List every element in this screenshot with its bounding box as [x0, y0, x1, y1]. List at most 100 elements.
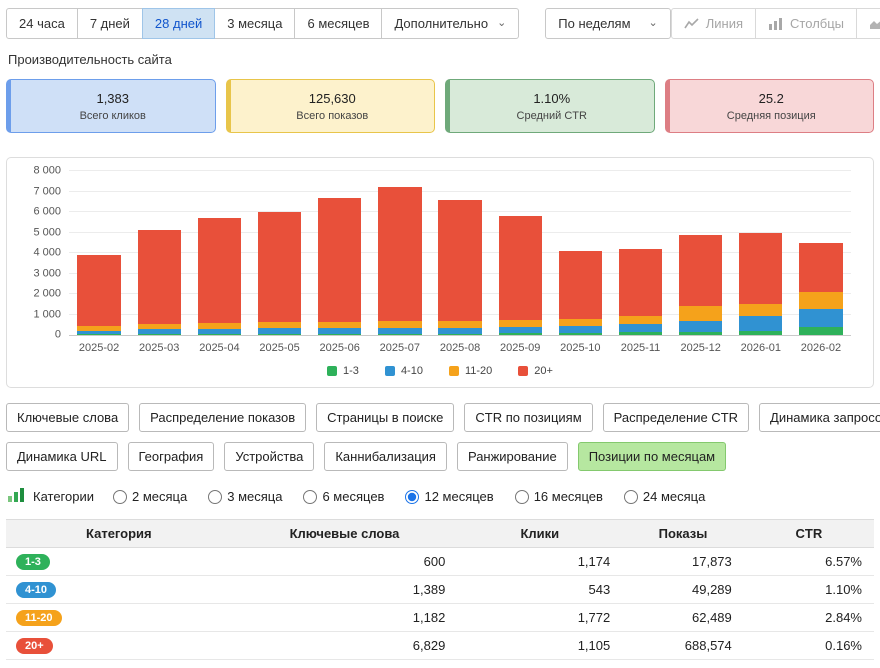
bar-segment-20+[interactable]	[438, 199, 482, 322]
period-radio-input[interactable]	[208, 489, 223, 504]
report-tab[interactable]: Распределение CTR	[602, 403, 750, 432]
range-button[interactable]: 3 месяца	[214, 8, 296, 39]
bar-segment-4-10[interactable]	[618, 324, 663, 333]
bar-segment-1-3[interactable]	[618, 332, 663, 335]
area-chart-button[interactable]: Область	[856, 8, 880, 39]
line-chart-button[interactable]: Линия	[670, 8, 757, 39]
range-button[interactable]: 28 дней	[141, 8, 216, 39]
stacked-bar[interactable]	[77, 255, 121, 335]
bar-segment-1-3[interactable]	[257, 333, 302, 335]
bar-segment-20+[interactable]	[257, 212, 302, 323]
bar-segment-1-3[interactable]	[558, 332, 602, 335]
stacked-bar[interactable]	[498, 216, 542, 335]
bar-segment-1-3[interactable]	[498, 333, 542, 335]
report-tab[interactable]: Страницы в поиске	[316, 403, 455, 432]
granularity-dropdown[interactable]: По неделям ⌄	[545, 8, 671, 39]
bar-slot	[370, 172, 430, 335]
bar-segment-1-3[interactable]	[799, 327, 843, 335]
report-tab[interactable]: Ключевые слова	[6, 403, 130, 432]
range-button[interactable]: 24 часа	[6, 8, 78, 39]
x-axis-label: 2025-05	[259, 342, 300, 354]
stacked-bar[interactable]	[678, 234, 723, 335]
bar-segment-1-3[interactable]	[678, 331, 723, 335]
stacked-bar[interactable]	[799, 242, 843, 335]
bar-segment-1-3[interactable]	[318, 333, 362, 335]
report-tab[interactable]: Позиции по месяцам	[577, 442, 727, 471]
stacked-bar[interactable]	[378, 187, 422, 335]
chart-type-label: Линия	[705, 16, 744, 31]
stacked-bar[interactable]	[438, 199, 482, 335]
stacked-bar[interactable]	[739, 232, 783, 335]
period-radio-option[interactable]: 6 месяцев	[303, 489, 384, 504]
bar-segment-11-20[interactable]	[498, 320, 542, 328]
bar-segment-1-3[interactable]	[438, 333, 482, 335]
bar-segment-20+[interactable]	[197, 218, 242, 324]
table-row[interactable]: 20+ 6,829 1,105 688,574 0.16%	[6, 631, 874, 660]
range-button[interactable]: Дополнительно ⌄	[381, 8, 520, 39]
stacked-bar[interactable]	[137, 230, 181, 335]
bar-segment-11-20[interactable]	[739, 303, 783, 317]
stacked-bar[interactable]	[558, 251, 602, 335]
bar-segment-11-20[interactable]	[799, 291, 843, 309]
legend-item[interactable]: 20+	[518, 365, 553, 377]
bar-segment-4-10[interactable]	[799, 308, 843, 328]
period-radio-option[interactable]: 3 месяца	[208, 489, 282, 504]
report-tab[interactable]: Ранжирование	[456, 442, 568, 471]
report-tab[interactable]: CTR по позициям	[464, 403, 593, 432]
bar-segment-20+[interactable]	[739, 232, 783, 304]
range-button[interactable]: 7 дней	[76, 8, 143, 39]
stacked-bar[interactable]	[318, 197, 362, 335]
report-tab[interactable]: Динамика URL	[6, 442, 118, 471]
summary-card: 25.2 Средняя позиция	[664, 79, 874, 133]
bar-segment-11-20[interactable]	[618, 316, 663, 325]
stacked-bar[interactable]	[257, 212, 302, 335]
table-cell: 1,105	[457, 631, 623, 660]
stacked-bar[interactable]	[197, 218, 242, 335]
bar-segment-4-10[interactable]	[558, 325, 602, 333]
bar-segment-20+[interactable]	[137, 230, 181, 324]
period-radio-option[interactable]: 16 месяцев	[514, 489, 603, 504]
bar-segment-20+[interactable]	[498, 216, 542, 321]
bar-segment-1-3[interactable]	[137, 333, 181, 335]
bar-segment-11-20[interactable]	[558, 319, 602, 326]
period-radio-input[interactable]	[623, 489, 638, 504]
period-radio-input[interactable]	[405, 489, 420, 504]
report-tab[interactable]: Каннибализация	[324, 442, 447, 471]
period-radio-input[interactable]	[113, 489, 127, 504]
table-row[interactable]: 1-3 600 1,174 17,873 6.57%	[6, 547, 874, 576]
bar-segment-4-10[interactable]	[678, 321, 723, 332]
bar-segment-11-20[interactable]	[378, 321, 422, 329]
range-button[interactable]: 6 месяцев	[294, 8, 383, 39]
legend-item[interactable]: 11-20	[448, 365, 492, 377]
period-radio-input[interactable]	[303, 489, 318, 504]
bar-segment-11-20[interactable]	[438, 321, 482, 329]
table-row[interactable]: 4-10 1,389 543 49,289 1.10%	[6, 575, 874, 604]
period-radio-option[interactable]: 24 месяца	[623, 489, 705, 504]
bar-segment-1-3[interactable]	[77, 334, 121, 335]
bar-segment-1-3[interactable]	[197, 333, 242, 335]
report-tab[interactable]: Динамика запросов	[759, 403, 880, 432]
bar-segment-4-10[interactable]	[739, 316, 783, 331]
period-radio-input[interactable]	[514, 489, 529, 504]
bar-segment-11-20[interactable]	[678, 305, 723, 322]
legend-item[interactable]: 4-10	[384, 365, 423, 377]
report-tab[interactable]: Распределение показов	[139, 403, 307, 432]
bar-segment-20+[interactable]	[318, 197, 362, 322]
bar-segment-20+[interactable]	[558, 251, 602, 320]
bar-segment-20+[interactable]	[799, 242, 843, 292]
bar-segment-1-3[interactable]	[739, 330, 783, 335]
bar-segment-20+[interactable]	[77, 255, 121, 326]
period-radio-option[interactable]: 2 месяца	[113, 489, 187, 504]
table-row[interactable]: 11-20 1,182 1,772 62,489 2.84%	[6, 603, 874, 632]
legend-item[interactable]: 1-3	[327, 365, 359, 377]
stacked-bar[interactable]	[618, 248, 663, 335]
bar-segment-20+[interactable]	[678, 234, 723, 306]
report-tab[interactable]: География	[127, 442, 215, 471]
bar-chart-button[interactable]: Столбцы	[755, 8, 858, 39]
bar-segment-1-3[interactable]	[378, 333, 422, 335]
bar-segment-20+[interactable]	[618, 248, 663, 317]
bar-segment-20+[interactable]	[378, 187, 422, 322]
period-radio-option[interactable]: 12 месяцев	[405, 489, 494, 504]
chart-legend: 1-3 4-10 11-20 20+	[17, 365, 863, 379]
report-tab[interactable]: Устройства	[224, 442, 315, 471]
